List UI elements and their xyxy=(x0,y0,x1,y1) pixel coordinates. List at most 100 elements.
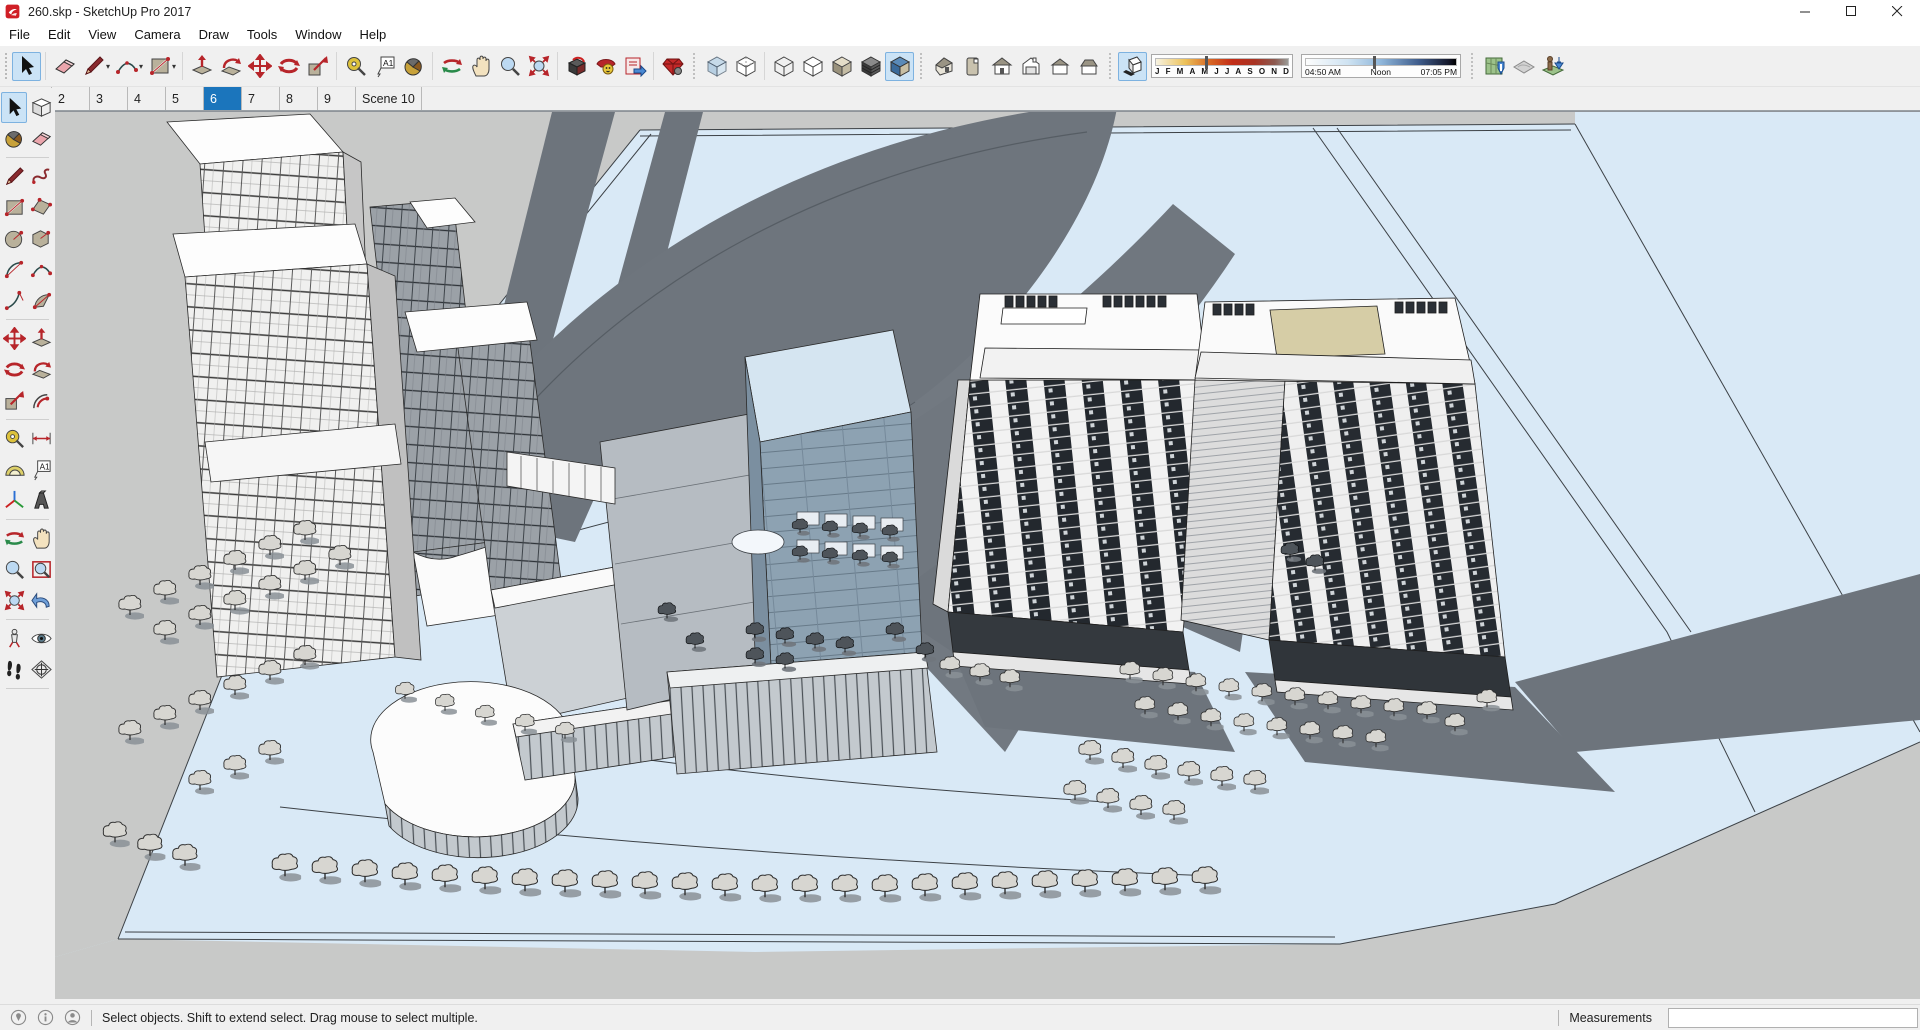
protractor-tool[interactable] xyxy=(1,454,27,485)
shaded-textures-style-button[interactable] xyxy=(856,52,885,81)
arc-tool[interactable] xyxy=(28,254,54,285)
line-tool-button[interactable] xyxy=(79,52,108,81)
pan-tool[interactable] xyxy=(28,523,54,554)
menu-view[interactable]: View xyxy=(79,25,125,44)
previous-view-tool[interactable] xyxy=(28,585,54,616)
rotate-tool-button[interactable] xyxy=(274,52,303,81)
orbit-tool-button[interactable] xyxy=(437,52,466,81)
pan-tool-button[interactable] xyxy=(466,52,495,81)
freehand-tool[interactable] xyxy=(28,161,54,192)
arc-tool-dropdown[interactable]: ▾ xyxy=(139,62,143,71)
rotated-rectangle-tool[interactable] xyxy=(28,192,54,223)
zoom-extents-tool[interactable] xyxy=(1,585,27,616)
eraser-tool[interactable] xyxy=(28,123,54,154)
hidden-line-style-button[interactable] xyxy=(798,52,827,81)
match-photo-button[interactable] xyxy=(591,52,620,81)
wireframe-style-button[interactable] xyxy=(769,52,798,81)
toggle-shadows-button[interactable] xyxy=(1118,51,1148,81)
left-view-button[interactable] xyxy=(1074,52,1103,81)
front-view-button[interactable] xyxy=(987,52,1016,81)
sign-in-icon[interactable] xyxy=(64,1009,81,1026)
shaded-style-button[interactable] xyxy=(827,52,856,81)
scene-tab-2[interactable]: 2 xyxy=(52,87,90,110)
offset-tool[interactable] xyxy=(28,385,54,416)
circle-tool[interactable] xyxy=(1,223,27,254)
walk-tool[interactable] xyxy=(1,654,27,685)
dimension-tool[interactable] xyxy=(28,423,54,454)
select-tool[interactable] xyxy=(1,92,27,123)
make-component-tool[interactable] xyxy=(28,92,54,123)
menu-file[interactable]: File xyxy=(0,25,39,44)
iso-view-button[interactable] xyxy=(929,52,958,81)
shadow-date-handle[interactable] xyxy=(1205,56,1209,69)
paint-bucket-button[interactable] xyxy=(399,52,428,81)
zoom-window-tool[interactable] xyxy=(28,554,54,585)
text-tool[interactable] xyxy=(28,454,54,485)
menu-draw[interactable]: Draw xyxy=(190,25,238,44)
right-view-button[interactable] xyxy=(1016,52,1045,81)
move-tool-button[interactable] xyxy=(245,52,274,81)
scene-tab-10[interactable]: Scene 10 xyxy=(356,87,422,110)
pie-tool[interactable] xyxy=(28,285,54,316)
scene-tab-3[interactable]: 3 xyxy=(90,87,128,110)
model-viewport[interactable] xyxy=(55,111,1920,1005)
select-tool-button[interactable] xyxy=(12,51,41,81)
text-tool-button[interactable] xyxy=(370,52,399,81)
rectangle-tool[interactable] xyxy=(1,192,27,223)
menu-help[interactable]: Help xyxy=(351,25,396,44)
claim-credit-icon[interactable] xyxy=(37,1009,54,1026)
add-location-button[interactable] xyxy=(1480,52,1509,81)
scene-tab-8[interactable]: 8 xyxy=(280,87,318,110)
followme-tool-button[interactable] xyxy=(216,52,245,81)
styles-button[interactable] xyxy=(658,52,687,81)
rectangle-tool-dropdown[interactable]: ▾ xyxy=(172,62,176,71)
scene-tab-7[interactable]: 7 xyxy=(242,87,280,110)
close-button[interactable] xyxy=(1874,0,1920,23)
rotate-tool[interactable] xyxy=(1,354,27,385)
orbit-tool[interactable] xyxy=(1,523,27,554)
line-tool-dropdown[interactable]: ▾ xyxy=(106,62,110,71)
scene-tab-6[interactable]: 6 xyxy=(204,87,242,110)
followme-tool[interactable] xyxy=(28,354,54,385)
zoom-tool-button[interactable] xyxy=(495,52,524,81)
menu-camera[interactable]: Camera xyxy=(125,25,189,44)
monochrome-style-button[interactable] xyxy=(885,51,915,81)
three-point-arc-tool[interactable] xyxy=(1,285,27,316)
look-around-tool[interactable] xyxy=(28,623,54,654)
shadow-time-slider[interactable]: 04:50 AM Noon 07:05 PM xyxy=(1301,54,1462,78)
zoom-extents-button[interactable] xyxy=(524,52,553,81)
toolbar-grip[interactable] xyxy=(4,53,9,79)
top-view-button[interactable] xyxy=(958,52,987,81)
pushpull-tool-button[interactable] xyxy=(187,52,216,81)
scene-tab-5[interactable]: 5 xyxy=(166,87,204,110)
menu-tools[interactable]: Tools xyxy=(238,25,286,44)
send-to-layout-button[interactable] xyxy=(620,52,649,81)
measurements-input[interactable] xyxy=(1668,1007,1918,1028)
scene-tab-9[interactable]: 9 xyxy=(318,87,356,110)
scale-tool[interactable] xyxy=(1,385,27,416)
rectangle-tool-button[interactable] xyxy=(145,52,174,81)
tape-measure-button[interactable] xyxy=(341,52,370,81)
move-tool[interactable] xyxy=(1,323,27,354)
position-camera-button[interactable] xyxy=(562,52,591,81)
minimize-button[interactable] xyxy=(1782,0,1828,23)
scene-tab-4[interactable]: 4 xyxy=(128,87,166,110)
two-point-arc-tool[interactable] xyxy=(1,254,27,285)
polygon-tool[interactable] xyxy=(28,223,54,254)
photo-textures-button[interactable] xyxy=(1538,52,1567,81)
maximize-button[interactable] xyxy=(1828,0,1874,23)
back-edges-style-button[interactable] xyxy=(731,52,760,81)
arc-tool-button[interactable] xyxy=(112,52,141,81)
shadow-time-handle[interactable] xyxy=(1373,56,1377,69)
paint-bucket-tool[interactable] xyxy=(1,123,27,154)
shadow-date-slider[interactable]: JFMAMJJASOND xyxy=(1151,54,1294,78)
line-tool[interactable] xyxy=(1,161,27,192)
axes-tool[interactable] xyxy=(1,485,27,516)
position-camera-tool[interactable] xyxy=(1,623,27,654)
3d-text-tool[interactable] xyxy=(28,485,54,516)
tape-measure-tool[interactable] xyxy=(1,423,27,454)
geolocation-icon[interactable] xyxy=(10,1009,27,1026)
menu-window[interactable]: Window xyxy=(286,25,350,44)
xray-style-button[interactable] xyxy=(702,52,731,81)
pushpull-tool[interactable] xyxy=(28,323,54,354)
